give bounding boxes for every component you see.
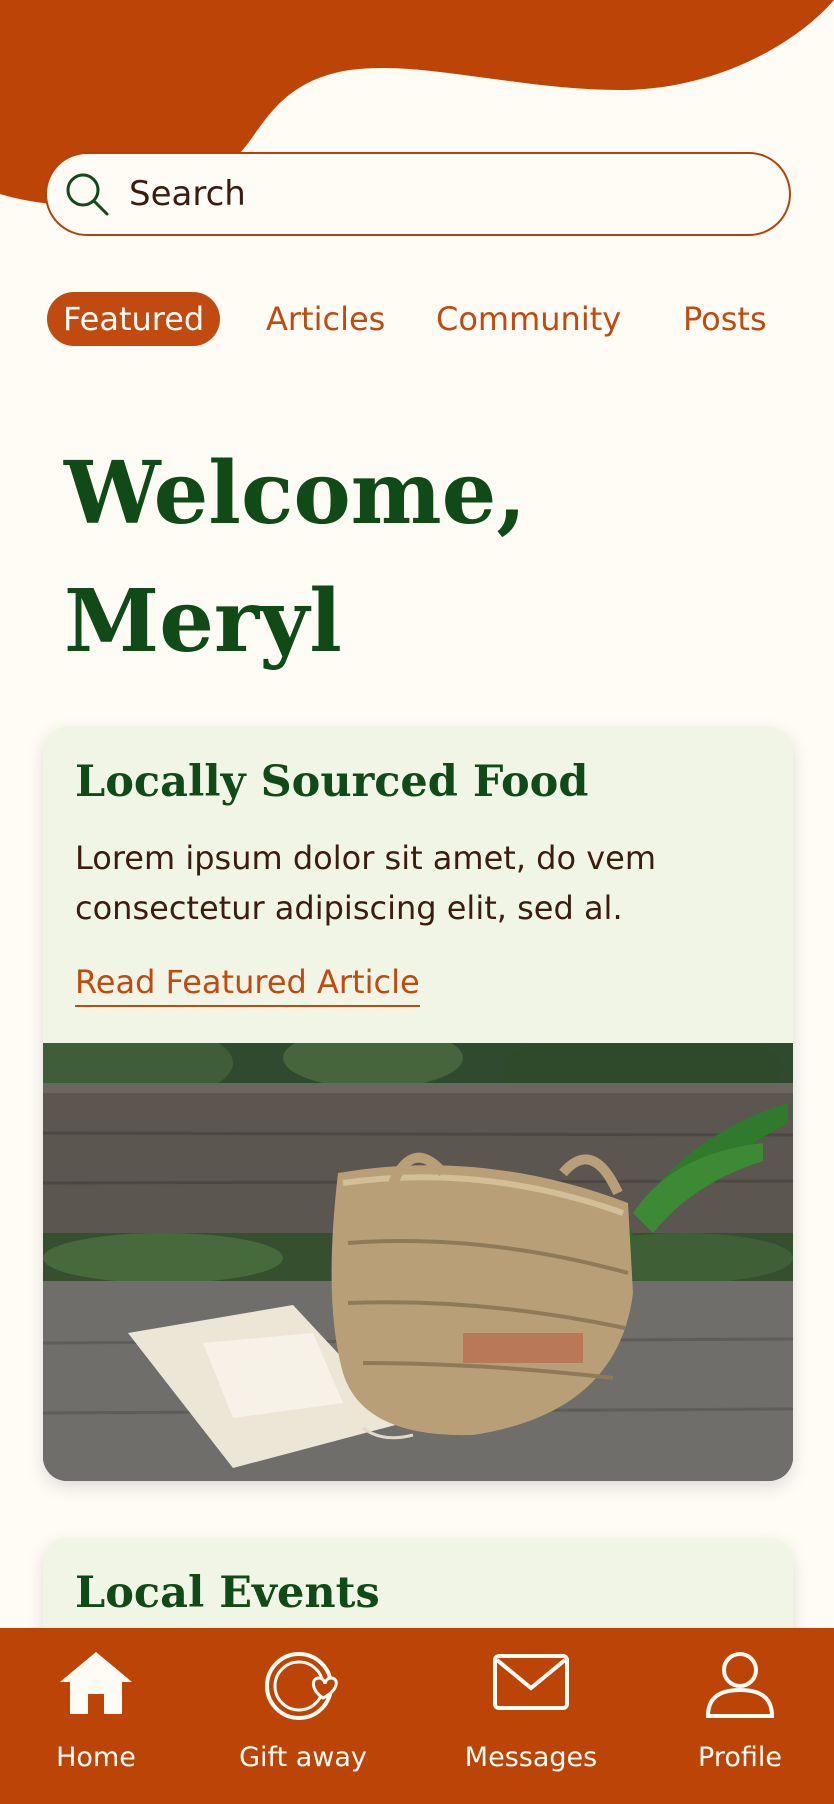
nav-gift-away[interactable]: Gift away bbox=[228, 1628, 378, 1804]
tab-featured[interactable]: Featured bbox=[47, 292, 221, 346]
featured-card-title: Locally Sourced Food bbox=[75, 757, 589, 807]
welcome-heading: Welcome, Meryl bbox=[64, 430, 526, 686]
tab-articles[interactable]: Articles bbox=[266, 292, 385, 346]
nav-messages[interactable]: Messages bbox=[456, 1628, 606, 1804]
search-bar[interactable] bbox=[45, 152, 791, 236]
envelope-icon bbox=[493, 1654, 569, 1710]
nav-messages-label: Messages bbox=[464, 1742, 598, 1773]
bottom-navigation: Home Gift away Messages Profile bbox=[0, 1628, 834, 1804]
featured-card-description: Lorem ipsum dolor sit amet, do vem conse… bbox=[75, 839, 657, 927]
nav-home[interactable]: Home bbox=[36, 1628, 156, 1804]
profile-icon bbox=[705, 1652, 775, 1718]
nav-gift-away-label: Gift away bbox=[239, 1742, 367, 1773]
home-icon bbox=[60, 1652, 132, 1714]
nav-profile-label: Profile bbox=[698, 1742, 782, 1773]
category-tabs: Featured Articles Community Posts bbox=[0, 292, 834, 346]
nav-profile[interactable]: Profile bbox=[680, 1628, 800, 1804]
gift-away-icon bbox=[265, 1652, 338, 1720]
search-input[interactable] bbox=[127, 173, 731, 215]
featured-article-image bbox=[43, 1043, 793, 1481]
read-featured-article-link[interactable]: Read Featured Article bbox=[75, 963, 420, 1007]
nav-home-label: Home bbox=[56, 1742, 136, 1773]
tab-community[interactable]: Community bbox=[436, 292, 621, 346]
welcome-line-name: Meryl bbox=[64, 571, 342, 672]
search-icon bbox=[66, 173, 109, 216]
tab-posts[interactable]: Posts bbox=[683, 292, 767, 346]
featured-article-card[interactable]: Locally Sourced Food Lorem ipsum dolor s… bbox=[43, 727, 793, 1481]
local-events-title: Local Events bbox=[75, 1568, 380, 1618]
welcome-line-greeting: Welcome, bbox=[64, 443, 527, 544]
